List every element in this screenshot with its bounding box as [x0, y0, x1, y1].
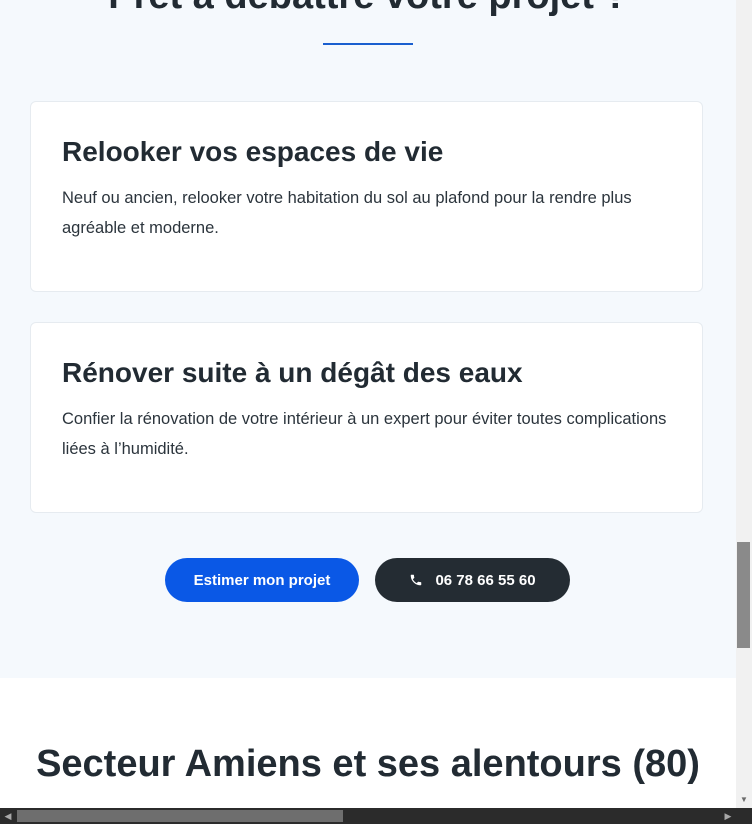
card-description: Neuf ou ancien, relooker votre habitatio… — [62, 189, 632, 237]
vertical-scrollbar-thumb[interactable] — [737, 542, 750, 648]
phone-call-button[interactable]: 06 78 66 55 60 — [375, 558, 570, 602]
service-card-relooker: Relooker vos espaces de vie Neuf ou anci… — [30, 101, 703, 292]
section-title: Prêt à débattre votre projet ? — [0, 0, 736, 16]
scroll-right-arrow-icon[interactable]: ▶ — [720, 808, 736, 824]
card-title: Relooker vos espaces de vie — [62, 136, 444, 167]
estimate-project-label: Estimer mon projet — [193, 571, 331, 589]
scrollbar-corner — [736, 808, 752, 824]
scroll-down-arrow-icon[interactable]: ▼ — [736, 791, 752, 807]
estimate-project-button[interactable]: Estimer mon projet — [165, 558, 359, 602]
phone-icon — [409, 573, 423, 587]
sector-heading: Secteur Amiens et ses alentours (80) — [36, 743, 700, 785]
card-description: Confier la rénovation de votre intérieur… — [62, 410, 667, 458]
horizontal-scrollbar[interactable]: ◀ ▶ — [0, 808, 736, 824]
project-section: Prêt à débattre votre projet ? Relooker … — [0, 0, 736, 678]
service-card-degat-des-eaux: Rénover suite à un dégât des eaux Confie… — [30, 322, 703, 513]
vertical-scrollbar[interactable]: ▼ — [736, 0, 752, 808]
phone-number-label: 06 78 66 55 60 — [435, 571, 536, 589]
scroll-left-arrow-icon[interactable]: ◀ — [0, 808, 16, 824]
title-underline — [323, 43, 413, 45]
card-title: Rénover suite à un dégât des eaux — [62, 357, 523, 388]
page-viewport: Prêt à débattre votre projet ? Relooker … — [0, 0, 736, 808]
horizontal-scrollbar-thumb[interactable] — [17, 810, 343, 822]
